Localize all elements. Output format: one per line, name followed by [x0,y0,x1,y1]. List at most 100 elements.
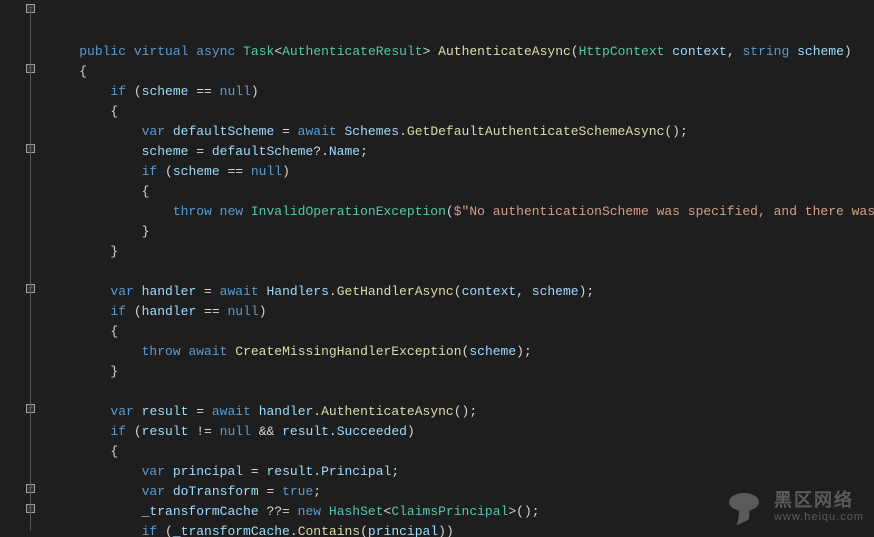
code-line[interactable]: throw new InvalidOperationException($"No… [48,202,874,222]
token-op: = [196,284,219,299]
token-method: CreateMissingHandlerException [235,344,461,359]
token-kw: var [110,404,133,419]
token-pn [165,124,173,139]
code-line[interactable]: { [48,442,874,462]
token-local: _transformCache [142,504,259,519]
token-local: Handlers [266,284,328,299]
token-kw: var [110,284,133,299]
token-local: scheme [532,284,579,299]
code-line[interactable]: var defaultScheme = await Schemes.GetDef… [48,122,874,142]
token-pn [48,524,142,537]
code-line[interactable]: public virtual async Task<AuthenticateRe… [48,42,874,62]
token-op: == [196,304,227,319]
code-line[interactable] [48,382,874,402]
code-line[interactable]: throw await CreateMissingHandlerExceptio… [48,342,874,362]
token-local: Schemes [345,124,400,139]
token-kw: virtual [134,44,189,59]
code-line[interactable]: { [48,182,874,202]
token-kw: if [142,164,158,179]
token-op: = [188,144,211,159]
token-pn: . [399,124,407,139]
token-pn [48,504,142,519]
token-pn: . [329,424,337,439]
token-pn [48,464,142,479]
token-pn: >(); [508,504,539,519]
token-pn: . [329,284,337,299]
token-pn: ( [126,84,142,99]
token-pn [48,84,110,99]
token-pn: ( [126,304,142,319]
code-line[interactable]: } [48,242,874,262]
token-pn: (); [664,124,687,139]
code-line[interactable]: if (scheme == null) [48,162,874,182]
token-kw: null [220,84,251,99]
token-kw: throw [173,204,212,219]
token-param: scheme [797,44,844,59]
token-local: _transformCache [173,524,290,537]
token-pn: ( [571,44,579,59]
code-line[interactable]: { [48,62,874,82]
code-line[interactable]: if (handler == null) [48,302,874,322]
token-method: GetDefaultAuthenticateSchemeAsync [407,124,664,139]
token-local: scheme [469,344,516,359]
code-line[interactable]: var result = await handler.AuthenticateA… [48,402,874,422]
code-line[interactable]: } [48,362,874,382]
token-type: HashSet [329,504,384,519]
token-kw: new [298,504,321,519]
token-local: result [142,404,189,419]
token-pn: > [423,44,439,59]
token-str: $"No authenticationScheme was specified,… [454,204,874,219]
token-brace: } [48,224,149,239]
token-kw: null [220,424,251,439]
code-line[interactable]: var principal = result.Principal; [48,462,874,482]
token-pn [212,204,220,219]
code-line[interactable]: { [48,102,874,122]
token-local: handler [142,304,197,319]
code-line[interactable] [48,262,874,282]
token-brace: } [48,364,118,379]
token-method: AuthenticateAsync [321,404,454,419]
code-line[interactable]: if (scheme == null) [48,82,874,102]
token-kw: await [298,124,337,139]
token-pn [165,484,173,499]
token-brace: { [48,64,87,79]
token-pn [134,284,142,299]
token-local: handler [259,404,314,419]
token-kw: async [196,44,235,59]
token-op: = [259,484,282,499]
code-line[interactable]: if (result != null && result.Succeeded) [48,422,874,442]
token-pn: . [290,524,298,537]
token-pn: . [313,404,321,419]
code-line[interactable]: if (_transformCache.Contains(principal)) [48,522,874,537]
token-pn [243,204,251,219]
token-brace: { [48,324,118,339]
token-pn: ( [157,164,173,179]
token-type: ClaimsPrincipal [391,504,508,519]
token-kw: if [110,304,126,319]
token-pn: ; [360,144,368,159]
token-kw: var [142,124,165,139]
token-kw: if [110,84,126,99]
token-pn: ; [391,464,399,479]
token-op: && [251,424,282,439]
token-pn [337,124,345,139]
token-local: result [266,464,313,479]
token-pn [48,44,79,59]
token-pn [48,304,110,319]
token-pn [48,484,142,499]
code-editor[interactable]: ------- public virtual async Task<Authen… [0,0,874,537]
token-local: result [282,424,329,439]
code-line[interactable]: _transformCache ??= new HashSet<ClaimsPr… [48,502,874,522]
code-line[interactable]: var doTransform = true; [48,482,874,502]
token-kw: true [282,484,313,499]
code-line[interactable]: } [48,222,874,242]
code-line[interactable]: var handler = await Handlers.GetHandlerA… [48,282,874,302]
token-type: InvalidOperationException [251,204,446,219]
token-method: GetHandlerAsync [337,284,454,299]
code-line[interactable]: scheme = defaultScheme?.Name; [48,142,874,162]
token-kw: string [742,44,789,59]
code-line[interactable]: { [48,322,874,342]
token-kw: null [227,304,258,319]
token-pn [48,424,110,439]
code-area[interactable]: public virtual async Task<AuthenticateRe… [40,0,874,537]
